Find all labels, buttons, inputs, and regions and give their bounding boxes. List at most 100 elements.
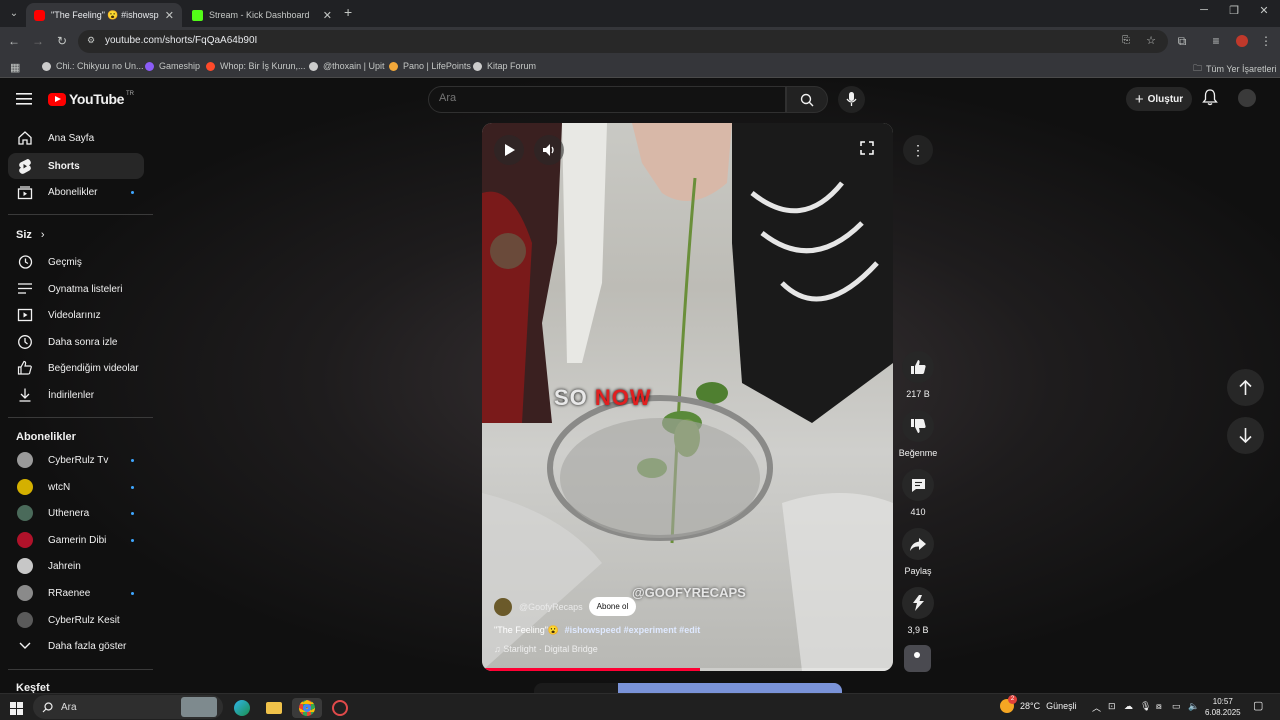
search-input[interactable] bbox=[439, 92, 759, 104]
hamburger-menu-icon[interactable] bbox=[16, 92, 32, 111]
close-tab-icon[interactable]: ✕ bbox=[165, 9, 174, 22]
section-title: Siz bbox=[16, 229, 32, 241]
share-action[interactable]: Paylaş bbox=[896, 528, 940, 576]
sidebar-channel-item[interactable]: RRaenee bbox=[8, 580, 144, 606]
bookmark-item[interactable]: Pano | LifePoints bbox=[389, 61, 471, 71]
minimize-icon[interactable]: ─ bbox=[1194, 4, 1214, 16]
sidebar-item-downloads[interactable]: İndirilenler bbox=[8, 382, 144, 408]
like-action[interactable]: 217 B bbox=[896, 351, 940, 399]
file-explorer-icon[interactable] bbox=[264, 698, 284, 718]
camera-icon[interactable]: ⧇ bbox=[1156, 701, 1162, 712]
previous-short-button[interactable] bbox=[1227, 369, 1264, 406]
tab-search-button[interactable]: ⌄ bbox=[4, 4, 24, 24]
sidebar-channel-item[interactable]: CyberRulz Tv bbox=[8, 447, 144, 473]
sidebar-channel-item[interactable]: Gamerin Dibi bbox=[8, 527, 144, 553]
bookmark-item[interactable]: Chi.: Chikyuu no Un... bbox=[42, 61, 144, 71]
create-button[interactable]: + Oluştur bbox=[1126, 87, 1192, 111]
new-content-dot bbox=[131, 485, 134, 489]
reload-icon[interactable]: ↻ bbox=[54, 33, 70, 49]
comments-action[interactable]: 410 bbox=[896, 469, 940, 517]
sidebar-show-more[interactable]: Daha fazla göster bbox=[8, 633, 144, 659]
bookmark-item[interactable]: @thoxain | Upit bbox=[309, 61, 385, 71]
play-button[interactable] bbox=[494, 135, 524, 165]
more-options-button[interactable]: ⋮ bbox=[903, 135, 933, 165]
progress-bar[interactable] bbox=[482, 668, 893, 671]
weather-widget[interactable]: 2 28°C Güneşli bbox=[1000, 695, 1077, 713]
sidebar-item-label: Oynatma listeleri bbox=[48, 283, 123, 295]
remix-action[interactable]: 3,9 B bbox=[896, 587, 940, 635]
remix-button[interactable] bbox=[902, 587, 934, 619]
close-tab-icon[interactable]: ✕ bbox=[323, 9, 332, 22]
speaker-icon[interactable]: 🔈 bbox=[1188, 701, 1199, 712]
notifications-icon[interactable] bbox=[1202, 89, 1218, 111]
bookmark-item[interactable]: Whop: Bir İş Kurun,... bbox=[206, 61, 306, 71]
back-icon[interactable]: ← bbox=[6, 33, 22, 49]
all-bookmarks-folder[interactable]: 🗀 Tüm Yer İşaretleri bbox=[1193, 61, 1277, 77]
restore-icon[interactable]: ❐ bbox=[1224, 4, 1244, 17]
media-control-icon[interactable]: ≡ bbox=[1208, 33, 1224, 49]
comment-count: 410 bbox=[910, 507, 926, 517]
clock[interactable]: 10:57 6.08.2025 bbox=[1205, 696, 1241, 718]
profile-icon[interactable] bbox=[1234, 33, 1250, 49]
taskbar-search[interactable]: Ara bbox=[33, 695, 223, 719]
fullscreen-icon[interactable] bbox=[860, 141, 874, 160]
account-avatar[interactable] bbox=[1238, 89, 1256, 107]
subscribe-button[interactable]: Abone ol bbox=[588, 597, 637, 616]
bookmark-item[interactable]: Gameship bbox=[145, 61, 200, 71]
sidebar-item-liked-videos[interactable]: Beğendiğim videolar bbox=[8, 355, 144, 381]
meet-icon[interactable]: ⊡ bbox=[1108, 701, 1116, 712]
forward-icon[interactable]: → bbox=[30, 33, 46, 49]
address-bar[interactable]: ⚙ youtube.com/shorts/FqQaA64b90I ⎘ ☆ bbox=[78, 30, 1168, 53]
voice-search-button[interactable] bbox=[838, 86, 865, 113]
new-tab-icon[interactable]: + bbox=[344, 4, 352, 20]
microphone-tray-icon[interactable]: 🎙 bbox=[1140, 701, 1151, 712]
chevron-right-icon: › bbox=[40, 229, 45, 241]
bookmark-star-icon[interactable]: ☆ bbox=[1146, 34, 1156, 47]
browser-tab-youtube[interactable]: "The Feeling" 😮 #ishowspeed # ✕ bbox=[26, 3, 182, 27]
browser-menu-icon[interactable]: ⋮ bbox=[1258, 33, 1274, 49]
sidebar-channel-item[interactable]: Jahrein bbox=[8, 553, 144, 579]
like-button[interactable] bbox=[902, 351, 934, 383]
windows-start-icon[interactable] bbox=[6, 698, 26, 718]
tray-chevron-icon[interactable]: ︿ bbox=[1092, 701, 1101, 714]
network-icon[interactable]: ▭ bbox=[1172, 701, 1181, 712]
sidebar-section-you[interactable]: Siz › bbox=[16, 229, 45, 241]
close-window-icon[interactable]: ✕ bbox=[1254, 4, 1274, 17]
sidebar-channel-item[interactable]: wtcN bbox=[8, 474, 144, 500]
sidebar-item-your-videos[interactable]: Videolarınız bbox=[8, 302, 144, 328]
sidebar-item-history[interactable]: Geçmiş bbox=[8, 249, 144, 275]
edge-icon[interactable] bbox=[232, 698, 252, 718]
notifications-tray-icon[interactable]: ▢ bbox=[1253, 699, 1263, 712]
channel-name[interactable]: @GoofyRecaps bbox=[519, 602, 583, 612]
short-music[interactable]: ♫ Starlight · Digital Bridge bbox=[494, 644, 598, 654]
site-info-icon[interactable]: ⚙ bbox=[87, 35, 95, 46]
sidebar-item-shorts[interactable]: Shorts bbox=[8, 153, 144, 179]
share-button[interactable] bbox=[902, 528, 934, 560]
dislike-button[interactable] bbox=[902, 410, 934, 442]
comments-button[interactable] bbox=[902, 469, 934, 501]
install-app-icon[interactable]: ⎘ bbox=[1122, 35, 1130, 46]
caption-hashtags[interactable]: #ishowspeed #experiment #edit bbox=[565, 625, 701, 635]
dislike-action[interactable]: Beğenme bbox=[896, 410, 940, 458]
short-video-player[interactable]: SO NOW @GOOFYRECAPS @GoofyRecaps Abone o… bbox=[482, 123, 893, 671]
extensions-icon[interactable]: ⧉ bbox=[1174, 33, 1190, 49]
sidebar-channel-item[interactable]: Uthenera bbox=[8, 500, 144, 526]
app-taskbar-icon[interactable] bbox=[330, 698, 350, 718]
sidebar-item-watch-later[interactable]: Daha sonra izle bbox=[8, 329, 144, 355]
channel-avatar[interactable] bbox=[494, 597, 512, 616]
bookmark-item[interactable]: Kitap Forum bbox=[473, 61, 536, 71]
mute-button[interactable] bbox=[534, 135, 564, 165]
sidebar-item-home[interactable]: Ana Sayfa bbox=[8, 125, 144, 151]
search-box[interactable] bbox=[428, 86, 786, 113]
onedrive-icon[interactable]: ☁ bbox=[1124, 701, 1133, 712]
sidebar-item-subscriptions[interactable]: Abonelikler bbox=[8, 179, 144, 205]
apps-grid-icon[interactable]: ▦ bbox=[10, 61, 20, 74]
search-button[interactable] bbox=[786, 86, 828, 113]
youtube-logo[interactable]: YouTube TR bbox=[48, 91, 134, 107]
sound-thumbnail[interactable] bbox=[904, 645, 931, 672]
browser-tab-kick[interactable]: Stream - Kick Dashboard ✕ bbox=[184, 3, 340, 27]
next-short-button[interactable] bbox=[1227, 417, 1264, 454]
chrome-taskbar-icon[interactable] bbox=[292, 698, 322, 718]
sidebar-item-playlists[interactable]: Oynatma listeleri bbox=[8, 276, 144, 302]
sidebar-channel-item[interactable]: CyberRulz Kesit bbox=[8, 607, 144, 633]
